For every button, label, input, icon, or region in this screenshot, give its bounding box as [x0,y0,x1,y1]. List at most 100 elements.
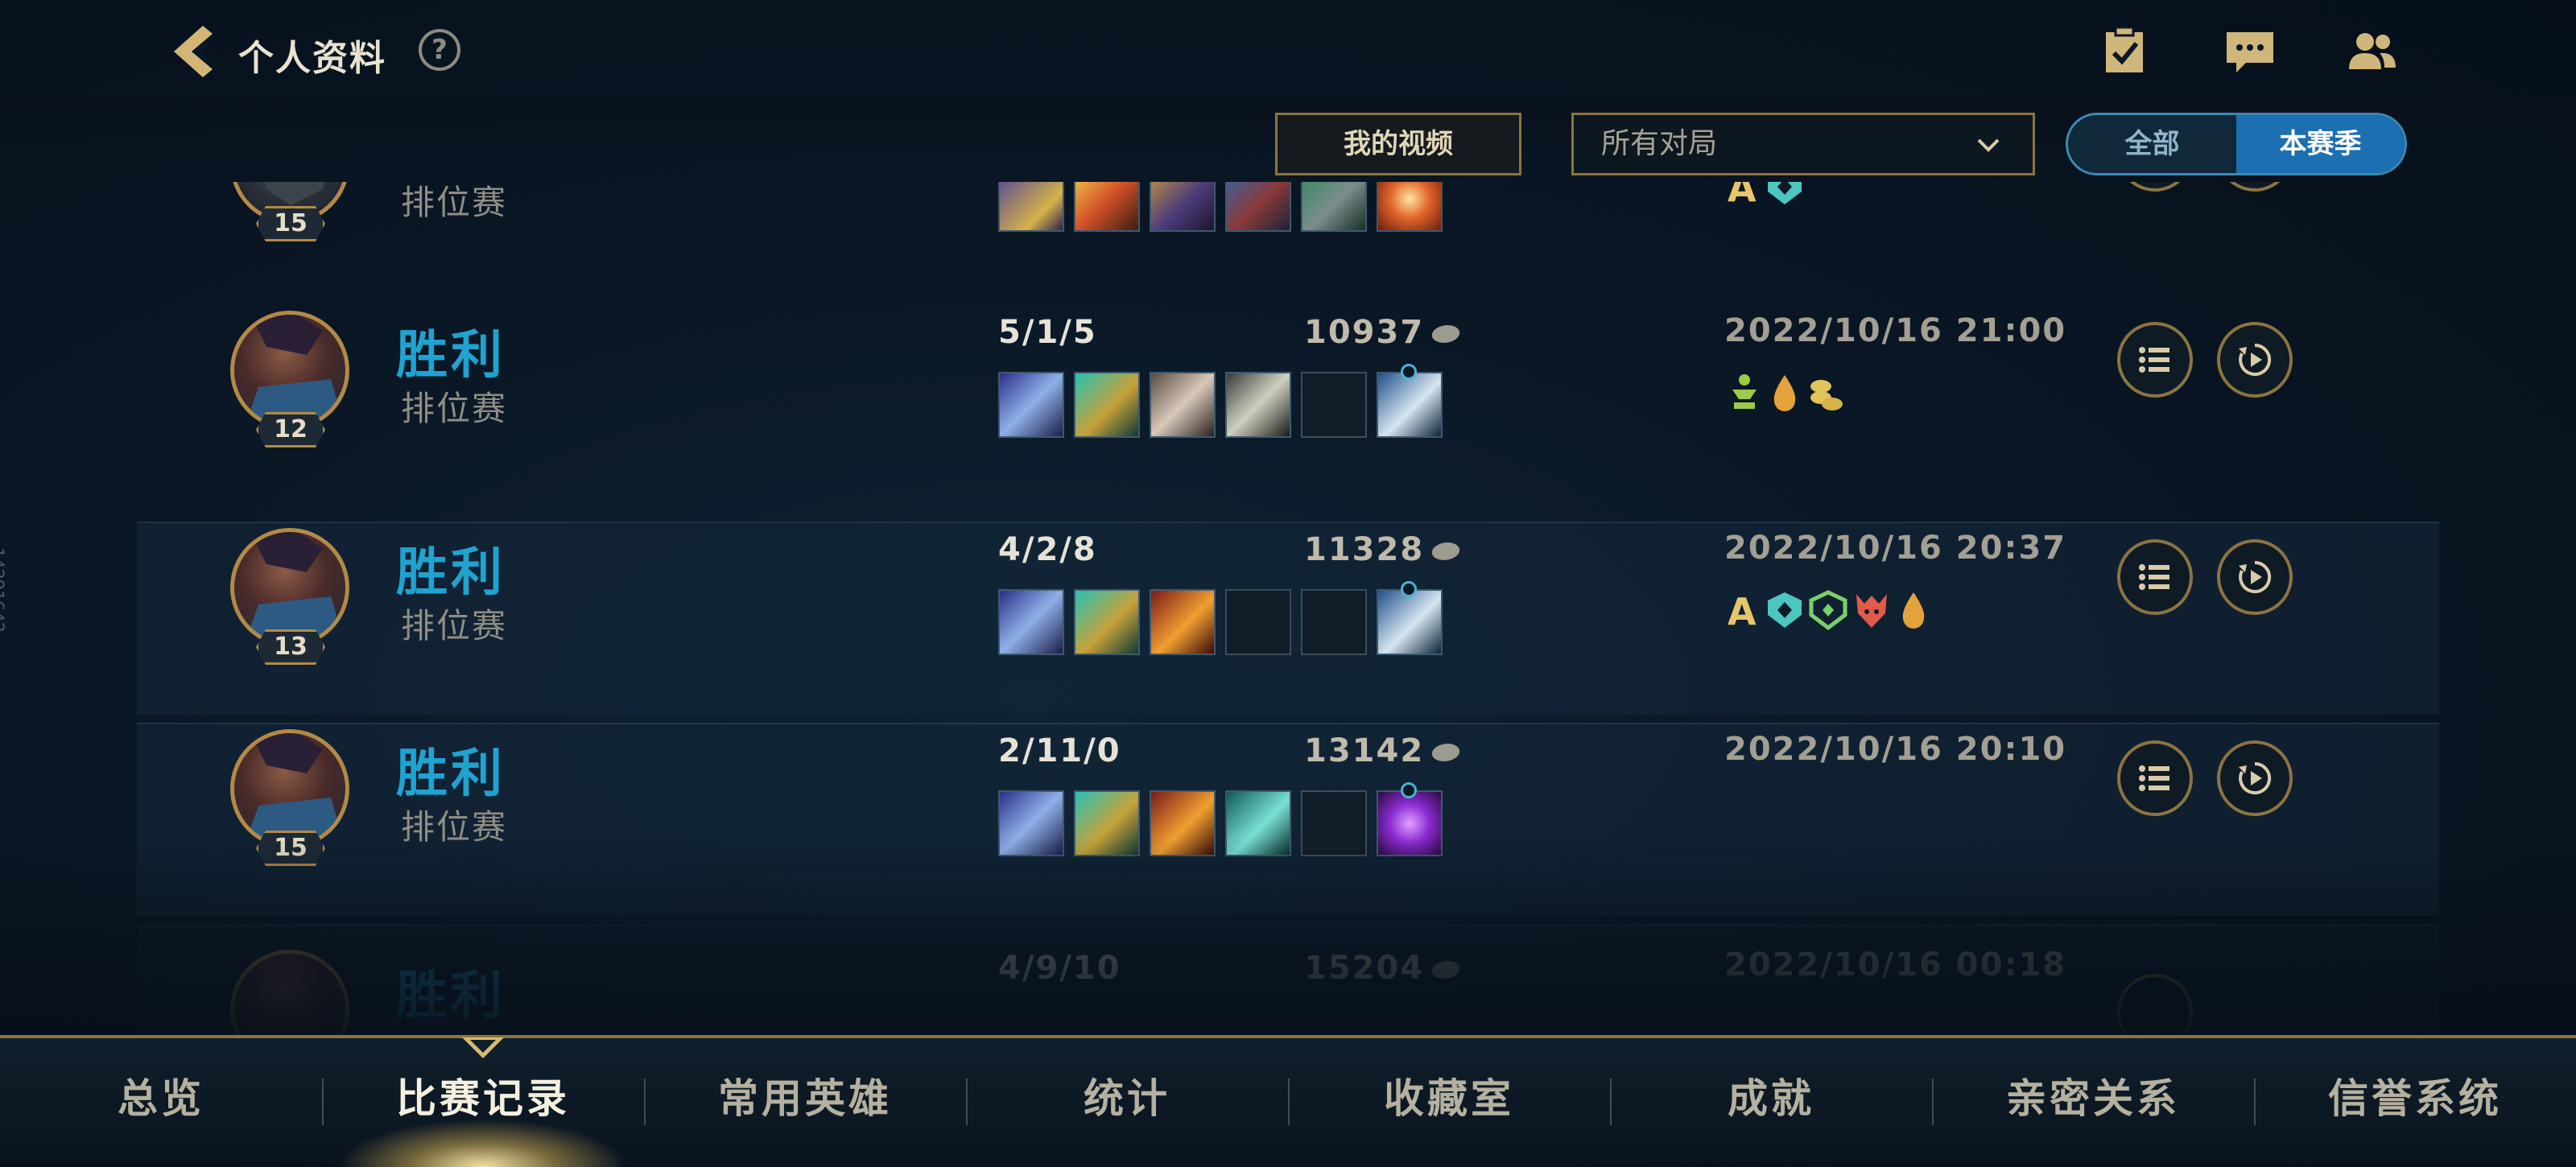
champion-avatar [230,311,349,430]
active-tab-indicator-icon [462,1037,504,1058]
checklist-icon[interactable] [2096,23,2153,79]
trinket-slot[interactable] [1377,182,1443,232]
details-button[interactable] [2117,974,2193,1035]
item-slot[interactable] [998,790,1064,856]
match-history-list[interactable]: 15 胜利 排位赛 A 12 胜利 排位赛 5/1/5 10937 [137,182,2439,1035]
gold-earned: 13142 [1304,732,1462,769]
gold-value: 13142 [1304,732,1425,769]
gold-value: 11328 [1304,531,1425,568]
item-slot[interactable] [998,372,1064,438]
trinket-indicator-icon [1401,782,1417,798]
champion-level-badge: 15 [256,831,325,866]
item-slot-empty[interactable] [1301,790,1367,856]
item-slot[interactable] [1150,589,1216,655]
details-button[interactable] [2117,539,2193,615]
replay-button[interactable] [2217,539,2293,615]
shield-icon [1768,592,1802,628]
svg-text:A: A [1728,590,1757,633]
item-slot-empty[interactable] [1301,372,1367,438]
champion-avatar [230,950,349,1035]
match-row[interactable]: 胜利 4/9/10 15204 2022/10/16 00:18 [137,924,2439,1035]
details-button[interactable] [2117,322,2193,398]
help-icon[interactable]: ? [419,29,460,71]
gold-coin-icon [1430,542,1462,560]
match-date: 2022/10/16 21:00 [1724,312,2067,349]
match-mode: 排位赛 [401,807,508,847]
kda-score: 4/2/8 [998,531,1097,568]
replay-button[interactable] [2217,182,2293,192]
shield-outline-icon [1809,590,1847,631]
item-slot[interactable] [1225,372,1291,438]
demon-head-icon [1856,594,1887,628]
match-date: 2022/10/16 20:10 [1724,731,2067,768]
tab-relationships[interactable]: 亲密关系 [1932,1038,2254,1162]
match-date: 2022/10/16 00:18 [1724,946,2067,983]
match-result: 胜利 [396,744,506,804]
item-slot[interactable] [1074,372,1140,438]
item-slot[interactable] [1301,182,1367,232]
kda-score: 4/9/10 [998,950,1121,987]
details-button[interactable] [2117,182,2193,192]
kda-score: 2/11/0 [998,732,1121,769]
champion-level-badge: 12 [256,412,325,447]
my-videos-button[interactable]: 我的视频 [1275,113,1521,175]
item-slot[interactable] [1225,182,1291,232]
coins-icon [1810,380,1843,410]
replay-button[interactable] [2217,322,2293,398]
item-slot[interactable] [1150,372,1216,438]
tab-overview[interactable]: 总览 [0,1038,322,1162]
match-result: 胜利 [396,543,506,603]
champion-level-badge: 13 [256,629,325,665]
side-id-label: 14291642 [0,547,6,633]
tab-collection[interactable]: 收藏室 [1288,1038,1610,1162]
trinket-slot[interactable] [1377,364,1443,438]
blood-drop-icon [1773,375,1796,411]
item-slot[interactable] [998,589,1064,655]
shield-icon [1768,182,1802,204]
replay-button[interactable] [2217,740,2293,816]
gold-earned: 11328 [1304,531,1462,568]
item-slot[interactable] [1150,790,1216,856]
details-button[interactable] [2117,740,2193,816]
item-slot-empty[interactable] [1301,589,1367,655]
toggle-all[interactable]: 全部 [2068,115,2236,173]
gold-coin-icon [1430,961,1462,979]
item-slot[interactable] [1150,182,1216,232]
trinket-indicator-icon [1401,364,1417,380]
gold-coin-icon [1430,744,1462,761]
gold-value: 10937 [1304,314,1425,351]
chevron-down-icon [1977,138,2000,152]
match-row[interactable]: 15 胜利 排位赛 A [137,182,2439,277]
toggle-current-season[interactable]: 本赛季 [2236,115,2405,173]
tab-honor-system[interactable]: 信誉系统 [2254,1038,2576,1162]
gold-earned: 15204 [1304,950,1462,987]
gold-value: 15204 [1304,950,1425,987]
mvp-figure-icon [1732,374,1757,409]
item-slot[interactable] [1074,182,1140,232]
item-slot[interactable] [1225,790,1291,856]
champion-avatar [230,528,349,647]
match-mode: 排位赛 [401,389,508,428]
season-toggle[interactable]: 全部 本赛季 [2066,113,2407,175]
match-date: 2022/10/16 20:37 [1724,530,2067,567]
gold-earned: 10937 [1304,314,1462,351]
match-row[interactable]: 13 胜利 排位赛 4/2/8 11328 2022/10/16 20:37 A [137,522,2439,715]
tab-common-champions[interactable]: 常用英雄 [644,1038,966,1162]
tab-achievements[interactable]: 成就 [1610,1038,1932,1162]
tab-statistics[interactable]: 统计 [966,1038,1288,1162]
trinket-indicator-icon [1401,581,1417,597]
chat-icon[interactable] [2222,23,2278,79]
item-slot[interactable] [1074,589,1140,655]
trinket-slot[interactable] [1377,782,1443,856]
match-row[interactable]: 12 胜利 排位赛 5/1/5 10937 2022/10/16 21:00 [137,291,2439,483]
trinket-slot[interactable] [1377,581,1443,655]
match-row[interactable]: 15 胜利 排位赛 2/11/0 13142 2022/10/16 20:10 [137,723,2439,916]
a-grade-icon: A [1728,182,1757,209]
item-slot-empty[interactable] [1225,589,1291,655]
back-arrow-icon[interactable] [161,21,222,82]
friends-icon[interactable] [2344,23,2401,79]
match-filter-dropdown[interactable]: 所有对局 [1571,113,2035,175]
item-slot[interactable] [1074,790,1140,856]
gold-coin-icon [1430,325,1462,343]
item-slot[interactable] [998,182,1064,232]
